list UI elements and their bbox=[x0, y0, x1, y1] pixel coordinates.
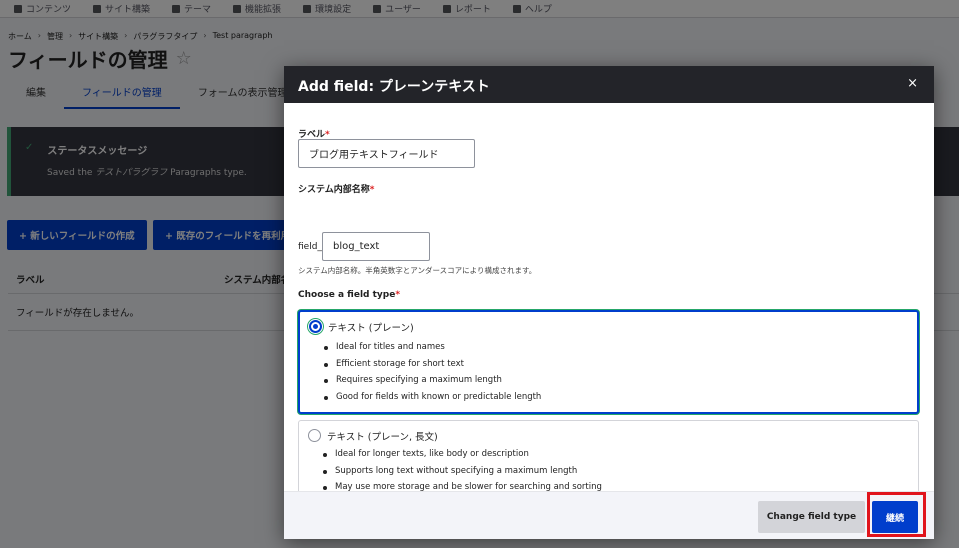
required-marker: * bbox=[395, 290, 401, 300]
dialog-title: Add field: プレーンテキスト bbox=[298, 79, 490, 95]
list-item: Requires specifying a maximum length bbox=[322, 372, 541, 389]
label-input[interactable]: ブログ用テキストフィールド bbox=[298, 139, 475, 168]
required-marker: * bbox=[369, 185, 375, 195]
machine-name-description: システム内部名称。半角英数字とアンダースコアにより構成されます。 bbox=[298, 266, 537, 275]
option-title: テキスト (プレーン, 長文) bbox=[327, 432, 438, 443]
dialog-body: ラベル* ブログ用テキストフィールド システム内部名称* field_ blog… bbox=[284, 103, 934, 506]
machine-name-field-label: システム内部名称* bbox=[298, 185, 375, 195]
field-type-option-plain-text[interactable]: テキスト (プレーン) Ideal for titles and names E… bbox=[298, 310, 919, 414]
continue-button[interactable]: 継続 bbox=[872, 501, 918, 533]
list-item: Efficient storage for short text bbox=[322, 356, 541, 373]
close-icon[interactable]: × bbox=[907, 77, 918, 90]
radio-selected-icon[interactable] bbox=[309, 320, 322, 333]
change-field-type-button[interactable]: Change field type bbox=[758, 501, 865, 533]
add-field-dialog: Add field: プレーンテキスト × ラベル* ブログ用テキストフィールド… bbox=[284, 66, 934, 539]
dialog-header: Add field: プレーンテキスト × bbox=[284, 66, 934, 103]
machine-name-prefix: field_ bbox=[298, 242, 322, 252]
option-title: テキスト (プレーン) bbox=[328, 323, 414, 334]
dialog-footer: Change field type 継続 bbox=[284, 491, 934, 539]
list-item: Supports long text without specifying a … bbox=[321, 463, 602, 480]
machine-name-input[interactable]: blog_text bbox=[322, 232, 430, 261]
list-item: Ideal for titles and names bbox=[322, 339, 541, 356]
option-features: Ideal for longer texts, like body or des… bbox=[321, 446, 602, 496]
option-features: Ideal for titles and names Efficient sto… bbox=[322, 339, 541, 405]
list-item: Ideal for longer texts, like body or des… bbox=[321, 446, 602, 463]
radio-unselected-icon[interactable] bbox=[308, 429, 321, 442]
field-type-label: Choose a field type* bbox=[298, 290, 401, 300]
list-item: Good for fields with known or predictabl… bbox=[322, 389, 541, 406]
